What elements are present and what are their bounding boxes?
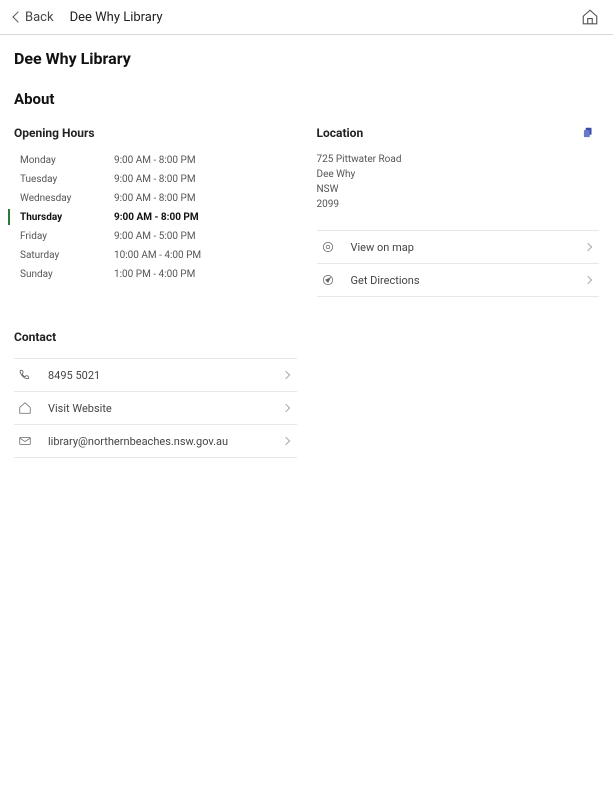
hours-heading: Opening Hours bbox=[14, 126, 297, 140]
phone-label: 8495 5021 bbox=[48, 369, 267, 382]
hours-column: Opening Hours Monday 9:00 AM - 8:00 PM T… bbox=[14, 126, 297, 458]
view-map-row[interactable]: View on map bbox=[317, 231, 600, 264]
email-icon bbox=[18, 434, 32, 448]
about-heading: About bbox=[14, 90, 599, 108]
day-label: Monday bbox=[14, 155, 114, 166]
back-label: Back bbox=[25, 10, 54, 25]
phone-icon bbox=[18, 368, 32, 382]
hours-list: Monday 9:00 AM - 8:00 PM Tuesday 9:00 AM… bbox=[14, 152, 297, 282]
contact-list: 8495 5021 Visit Website bbox=[14, 358, 297, 458]
day-time: 9:00 AM - 8:00 PM bbox=[114, 155, 196, 166]
day-label: Friday bbox=[14, 231, 114, 242]
email-label: library@northernbeaches.nsw.gov.au bbox=[48, 435, 267, 448]
hours-row-sunday: Sunday 1:00 PM - 4:00 PM bbox=[14, 266, 297, 282]
address-line4: 2099 bbox=[317, 197, 600, 212]
hours-row-friday: Friday 9:00 AM - 5:00 PM bbox=[14, 228, 297, 244]
day-time: 9:00 AM - 8:00 PM bbox=[114, 193, 196, 204]
directions-label: Get Directions bbox=[351, 274, 570, 287]
chevron-right-icon bbox=[281, 437, 289, 445]
location-block: Location 725 Pittwater Road Dee Why NSW … bbox=[317, 126, 600, 212]
chevron-right-icon bbox=[584, 276, 592, 284]
page-title: Dee Why Library bbox=[14, 49, 599, 68]
day-label: Saturday bbox=[14, 250, 114, 261]
hours-row-saturday: Saturday 10:00 AM - 4:00 PM bbox=[14, 247, 297, 263]
view-map-label: View on map bbox=[351, 241, 570, 254]
day-label: Thursday bbox=[14, 212, 114, 223]
chevron-right-icon bbox=[281, 404, 289, 412]
day-time: 9:00 AM - 8:00 PM bbox=[114, 212, 199, 223]
contact-email-row[interactable]: library@northernbeaches.nsw.gov.au bbox=[14, 425, 297, 458]
location-heading: Location bbox=[317, 126, 600, 140]
chevron-left-icon bbox=[12, 11, 23, 22]
map-pin-icon bbox=[321, 240, 335, 254]
hours-row-tuesday: Tuesday 9:00 AM - 8:00 PM bbox=[14, 171, 297, 187]
contact-section: Contact 8495 5021 bbox=[14, 330, 297, 458]
copy-icon[interactable] bbox=[581, 126, 595, 140]
address-line3: NSW bbox=[317, 182, 600, 197]
day-label: Sunday bbox=[14, 269, 114, 280]
hours-row-thursday: Thursday 9:00 AM - 8:00 PM bbox=[8, 209, 297, 225]
chevron-right-icon bbox=[281, 371, 289, 379]
hours-row-wednesday: Wednesday 9:00 AM - 8:00 PM bbox=[14, 190, 297, 206]
contact-website-row[interactable]: Visit Website bbox=[14, 392, 297, 425]
day-label: Wednesday bbox=[14, 193, 114, 204]
header-title: Dee Why Library bbox=[70, 10, 163, 25]
home-icon[interactable] bbox=[581, 8, 599, 26]
hours-row-monday: Monday 9:00 AM - 8:00 PM bbox=[14, 152, 297, 168]
chevron-right-icon bbox=[584, 243, 592, 251]
day-label: Tuesday bbox=[14, 174, 114, 185]
globe-icon bbox=[18, 401, 32, 415]
directions-icon bbox=[321, 273, 335, 287]
location-actions: View on map Get Directions bbox=[317, 230, 600, 297]
contact-phone-row[interactable]: 8495 5021 bbox=[14, 359, 297, 392]
day-time: 10:00 AM - 4:00 PM bbox=[114, 250, 201, 261]
back-button[interactable]: Back bbox=[14, 10, 54, 25]
contact-heading: Contact bbox=[14, 330, 297, 344]
address: 725 Pittwater Road Dee Why NSW 2099 bbox=[317, 152, 600, 212]
header-left: Back Dee Why Library bbox=[14, 10, 163, 25]
directions-row[interactable]: Get Directions bbox=[317, 264, 600, 297]
content: Dee Why Library About Opening Hours Mond… bbox=[0, 35, 613, 472]
location-column: Location 725 Pittwater Road Dee Why NSW … bbox=[317, 126, 600, 458]
day-time: 1:00 PM - 4:00 PM bbox=[114, 269, 195, 280]
website-label: Visit Website bbox=[48, 402, 267, 415]
two-column-layout: Opening Hours Monday 9:00 AM - 8:00 PM T… bbox=[14, 126, 599, 458]
address-line2: Dee Why bbox=[317, 167, 600, 182]
day-time: 9:00 AM - 5:00 PM bbox=[114, 231, 196, 242]
day-time: 9:00 AM - 8:00 PM bbox=[114, 174, 196, 185]
address-line1: 725 Pittwater Road bbox=[317, 152, 600, 167]
app-header: Back Dee Why Library bbox=[0, 0, 613, 35]
